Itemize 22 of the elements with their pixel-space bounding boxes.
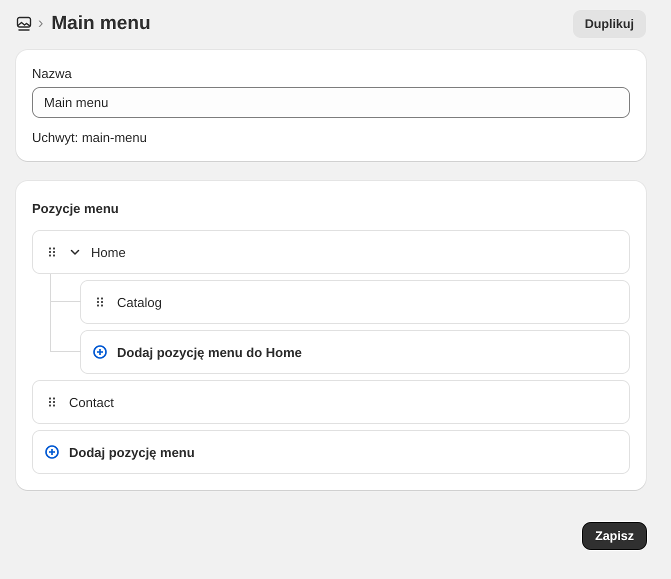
breadcrumb-separator: › bbox=[38, 15, 44, 33]
name-input-field[interactable]: Main menu bbox=[32, 87, 630, 118]
handle-text: Uchwyt: main-menu bbox=[32, 130, 148, 145]
plus-circle-icon bbox=[93, 345, 107, 359]
drag-handle-icon[interactable] bbox=[48, 247, 56, 257]
page-title: Main menu bbox=[51, 13, 151, 35]
menu-item-label: Contact bbox=[69, 394, 114, 410]
duplicate-button[interactable]: Duplikuj bbox=[572, 10, 646, 38]
section-title: Pozycje menu bbox=[32, 201, 120, 216]
save-button[interactable]: Zapisz bbox=[583, 523, 646, 549]
add-menu-item-button[interactable]: Dodaj pozycję menu do Home bbox=[80, 330, 630, 374]
plus-circle-icon bbox=[45, 445, 59, 459]
drag-handle-icon[interactable] bbox=[96, 297, 104, 307]
drag-handle-icon[interactable] bbox=[48, 397, 56, 407]
menu-item-row[interactable]: Catalog bbox=[80, 280, 630, 324]
menu-item-label: Home bbox=[91, 244, 126, 260]
menu-item-row[interactable]: Contact bbox=[32, 380, 630, 424]
menu-item-row[interactable]: Home bbox=[32, 230, 630, 274]
menu-item-label: Catalog bbox=[117, 294, 162, 310]
image-icon[interactable] bbox=[16, 16, 32, 32]
field-label: Nazwa bbox=[32, 66, 73, 81]
add-menu-item-button[interactable]: Dodaj pozycję menu bbox=[32, 430, 630, 474]
